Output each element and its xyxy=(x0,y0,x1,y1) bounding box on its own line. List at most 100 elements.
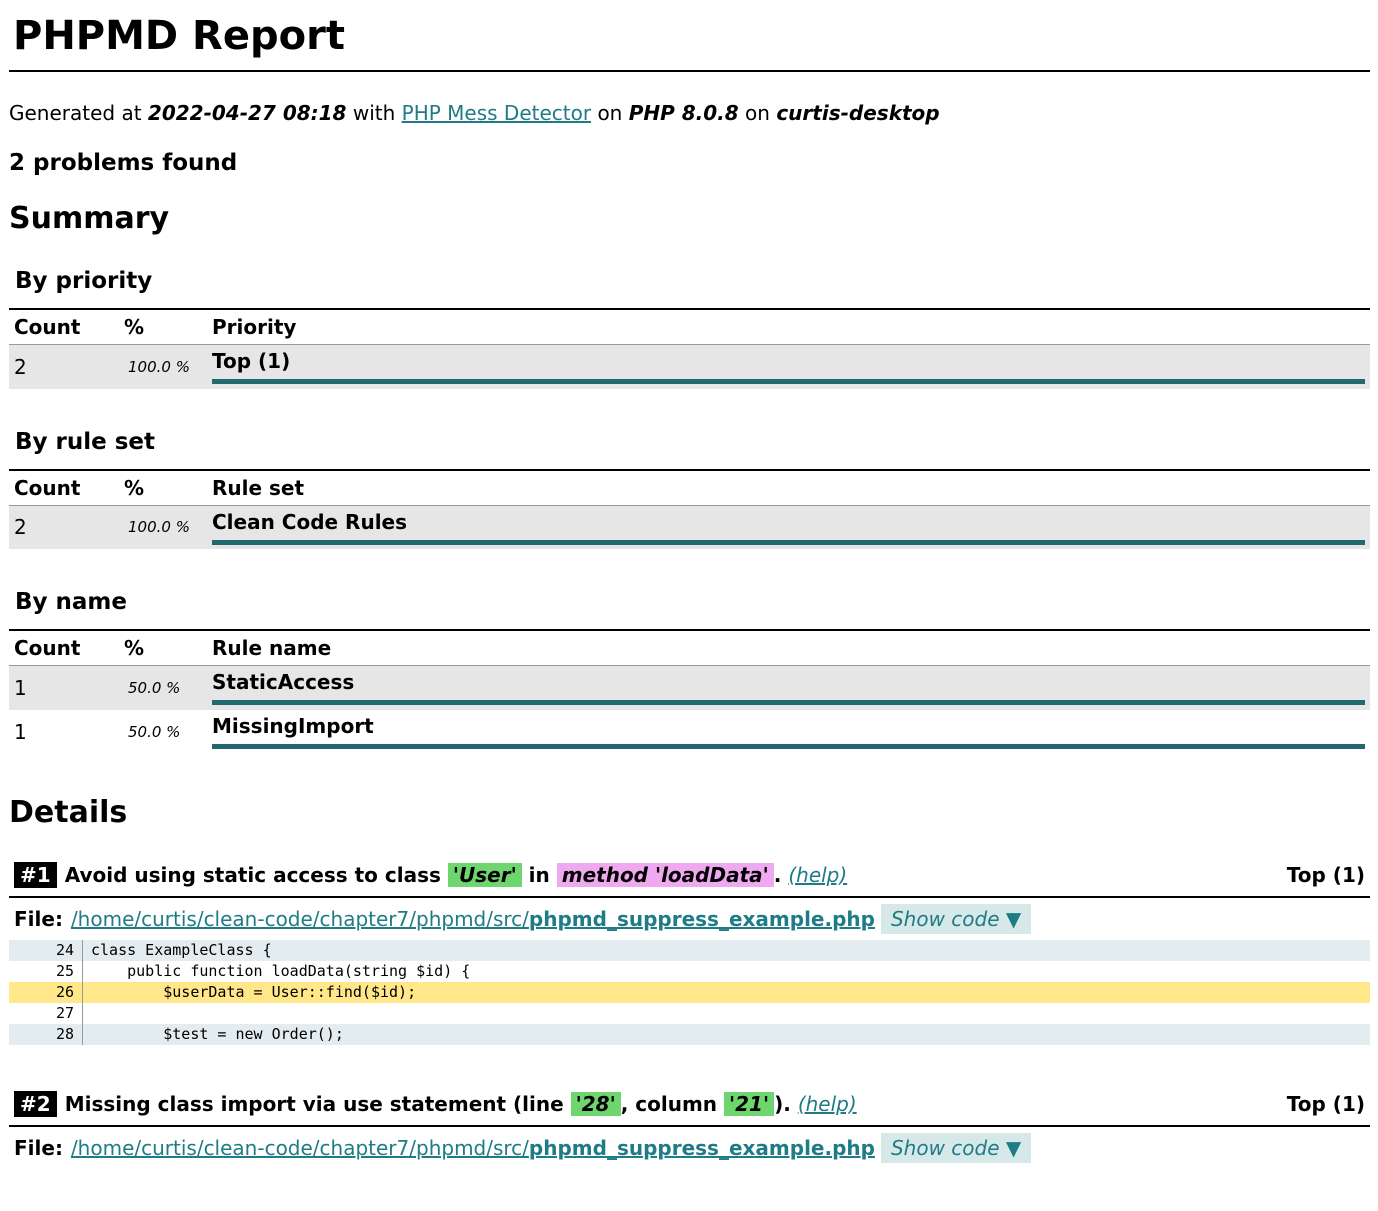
detail-message: Avoid using static access to class 'User… xyxy=(64,862,1287,887)
line-number: 27 xyxy=(9,1002,83,1024)
file-line: File: /home/curtis/clean-code/chapter7/p… xyxy=(9,898,1370,940)
detail-header: #1 Avoid using static access to class 'U… xyxy=(9,861,1370,898)
column-highlight: '21' xyxy=(724,1091,775,1116)
priority-name: Top (1) xyxy=(212,349,291,373)
help-link[interactable]: (help) xyxy=(798,1092,857,1116)
col-count: Count xyxy=(14,636,81,660)
code-line: 25 public function loadData(string $id) … xyxy=(9,960,1370,982)
line-number: 24 xyxy=(9,939,83,961)
name-cell: StaticAccess xyxy=(207,665,1370,710)
show-code-button[interactable]: Show code ▼ xyxy=(880,1132,1032,1163)
count-cell: 1 xyxy=(9,665,119,710)
line-source xyxy=(83,1003,91,1024)
name-cell: MissingImport xyxy=(207,710,1370,754)
message-text: ). xyxy=(774,1091,791,1116)
rule-name: MissingImport xyxy=(212,713,374,738)
count-cell: 2 xyxy=(9,505,119,549)
name-cell: Top (1) xyxy=(207,344,1370,389)
file-name: phpmd_suppress_example.php xyxy=(528,906,875,931)
file-path: /home/curtis/clean-code/chapter7/phpmd/s… xyxy=(70,906,529,931)
count-cell: 2 xyxy=(9,344,119,389)
percent-cell: 50.0 % xyxy=(128,722,181,741)
detail-header: #2 Missing class import via use statemen… xyxy=(9,1090,1370,1127)
help-link[interactable]: (help) xyxy=(788,863,847,887)
detail-priority: Top (1) xyxy=(1286,1091,1365,1116)
code-line: 28 $test = new Order(); xyxy=(9,1023,1370,1045)
page-title: PHPMD Report xyxy=(9,0,1370,72)
detail-item: #2 Missing class import via use statemen… xyxy=(9,1090,1370,1169)
col-priority: Priority xyxy=(212,315,297,339)
col-rule-name: Rule name xyxy=(212,636,332,660)
generated-info: Generated at 2022-04-27 08:18 with PHP M… xyxy=(9,100,1370,126)
col-percent: % xyxy=(124,315,145,339)
col-percent: % xyxy=(124,636,145,660)
share-bar xyxy=(212,379,1365,384)
detail-priority: Top (1) xyxy=(1286,862,1365,887)
generated-prefix: Generated at xyxy=(9,101,142,125)
code-line: 27 xyxy=(9,1002,1370,1024)
line-source: $test = new Order(); xyxy=(91,1024,344,1043)
details-heading: Details xyxy=(9,794,128,830)
file-label: File: xyxy=(14,906,63,931)
code-line-highlighted: 26 $userData = User::find($id); xyxy=(9,981,1370,1003)
table-row: 1 50.0 % MissingImport xyxy=(9,710,1370,754)
problems-count: 2 problems found xyxy=(9,150,238,176)
col-count: Count xyxy=(14,475,81,500)
share-bar xyxy=(212,700,1365,705)
detail-message: Missing class import via use statement (… xyxy=(65,1091,1287,1116)
line-number: 25 xyxy=(9,960,83,982)
share-bar xyxy=(212,539,1365,545)
by-ruleset-table: Count % Rule set 2 100.0 % Clean Code Ru… xyxy=(9,469,1370,549)
tool-link[interactable]: PHP Mess Detector xyxy=(402,101,591,125)
table-row: 1 50.0 % StaticAccess xyxy=(9,665,1370,710)
generated-on-host: on xyxy=(745,101,770,125)
by-priority-table: Count % Priority 2 100.0 % Top (1) xyxy=(9,308,1370,389)
message-text: in xyxy=(528,862,550,887)
message-text: Avoid using static access to class xyxy=(64,862,441,887)
by-name-table: Count % Rule name 1 50.0 % StaticAccess … xyxy=(9,629,1370,754)
col-percent: % xyxy=(124,475,145,500)
code-line: 24 class ExampleClass { xyxy=(9,939,1370,961)
summary-heading: Summary xyxy=(9,201,170,236)
line-number: 28 xyxy=(9,1023,83,1045)
by-ruleset-heading: By rule set xyxy=(15,428,156,455)
line-source: public function loadData(string $id) { xyxy=(91,961,471,980)
host-name: curtis-desktop xyxy=(776,101,940,125)
file-link[interactable]: /home/curtis/clean-code/chapter7/phpmd/s… xyxy=(71,1136,875,1160)
file-path: /home/curtis/clean-code/chapter7/phpmd/s… xyxy=(70,1135,529,1160)
count-cell: 1 xyxy=(14,719,27,744)
by-priority-section: By priority Count % Priority 2 100.0 % T… xyxy=(9,266,1370,389)
by-name-section: By name Count % Rule name 1 50.0 % Stati… xyxy=(9,587,1370,754)
share-bar xyxy=(212,743,1365,749)
code-snippet: 24 class ExampleClass { 25 public functi… xyxy=(9,939,1370,1045)
percent-cell: 50.0 % xyxy=(119,665,207,710)
message-text: . xyxy=(773,862,782,887)
report-page: PHPMD Report Generated at 2022-04-27 08:… xyxy=(0,0,1378,1169)
class-highlight: 'User' xyxy=(447,862,522,887)
file-line: File: /home/curtis/clean-code/chapter7/p… xyxy=(9,1127,1370,1169)
name-cell: Clean Code Rules xyxy=(207,505,1370,549)
by-ruleset-section: By rule set Count % Rule set 2 100.0 % C… xyxy=(9,427,1370,549)
line-number: 26 xyxy=(9,981,83,1003)
percent-cell: 100.0 % xyxy=(119,505,207,549)
col-ruleset: Rule set xyxy=(212,475,305,500)
table-row: 2 100.0 % Top (1) xyxy=(9,344,1370,389)
file-link[interactable]: /home/curtis/clean-code/chapter7/phpmd/s… xyxy=(71,907,875,931)
generated-on: on xyxy=(597,101,623,125)
line-source: $userData = User::find($id); xyxy=(91,982,417,1001)
show-code-button[interactable]: Show code ▼ xyxy=(880,903,1032,934)
method-highlight: method 'loadData' xyxy=(556,862,774,887)
detail-item: #1 Avoid using static access to class 'U… xyxy=(9,861,1370,1045)
generated-date: 2022-04-27 08:18 xyxy=(147,101,347,125)
by-name-heading: By name xyxy=(15,589,127,615)
line-source: class ExampleClass { xyxy=(91,940,272,959)
file-label: File: xyxy=(14,1135,63,1160)
generated-with: with xyxy=(352,101,396,125)
message-text: , column xyxy=(620,1091,718,1116)
table-row: 2 100.0 % Clean Code Rules xyxy=(9,505,1370,549)
percent-cell: 100.0 % xyxy=(119,344,207,389)
by-priority-heading: By priority xyxy=(15,268,153,294)
file-name: phpmd_suppress_example.php xyxy=(528,1135,875,1160)
col-count: Count xyxy=(14,315,81,339)
detail-number: #2 xyxy=(14,1090,57,1117)
